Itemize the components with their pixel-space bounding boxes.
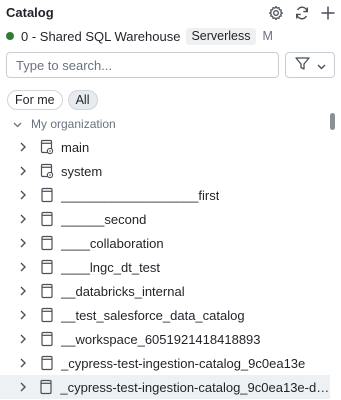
catalog-icon [40, 355, 54, 371]
tree-item[interactable]: __workspace_6051921418418893 [0, 327, 330, 351]
tree-item[interactable]: system [0, 159, 330, 183]
tree-group-my-organization[interactable]: My organization [0, 113, 330, 135]
catalog-tree: My organization main system ______________… [0, 113, 330, 399]
tree-item-label: main [61, 139, 90, 155]
filter-button[interactable] [285, 52, 335, 78]
tree-item[interactable]: __test_salesforce_data_catalog [0, 303, 330, 327]
chevron-right-icon[interactable] [20, 358, 30, 368]
chevron-right-icon[interactable] [20, 190, 30, 200]
tree-item-label: __workspace_6051921418418893 [61, 331, 261, 347]
tree-item-label: __test_salesforce_data_catalog [61, 307, 245, 323]
catalog-shared-icon [40, 163, 54, 179]
tree-item-label: ______second [61, 211, 147, 227]
tree-item[interactable]: ____collaboration [0, 231, 330, 255]
catalog-icon [40, 259, 54, 275]
panel-title: Catalog [6, 5, 54, 20]
tree-group-label: My organization [31, 117, 116, 131]
catalog-icon [40, 331, 54, 347]
warehouse-size: M [262, 29, 273, 43]
scrollbar-thumb[interactable] [330, 113, 335, 130]
filter-icon [294, 57, 310, 73]
chevron-down-icon [13, 117, 22, 131]
tree-item[interactable]: ______second [0, 207, 330, 231]
chevron-right-icon[interactable] [20, 334, 30, 344]
warehouse-name: 0 - Shared SQL Warehouse [21, 28, 181, 44]
tree-item[interactable]: _cypress-test-ingestion-catalog_9c0ea13e [0, 351, 330, 375]
chevron-right-icon[interactable] [20, 142, 30, 152]
all-filter[interactable]: All [67, 90, 98, 110]
tree-item-label: ___________________first [61, 187, 220, 203]
tree-item[interactable]: ___________________first [0, 183, 330, 207]
chevron-right-icon[interactable] [20, 238, 30, 248]
chevron-right-icon[interactable] [20, 214, 30, 224]
for-me-filter[interactable]: For me [7, 90, 63, 110]
tree-item-label: _cypress-test-ingestion-catalog_9c0ea13e… [60, 379, 330, 395]
scope-filter: For me All [7, 90, 98, 110]
search-box [6, 52, 279, 78]
tree-item-label: ____collaboration [61, 235, 164, 251]
tree-item-label: _cypress-test-ingestion-catalog_9c0ea13e [61, 355, 306, 371]
catalog-header: Catalog [6, 4, 336, 24]
warehouse-selector[interactable]: 0 - Shared SQL Warehouse Serverless M [6, 27, 273, 45]
tree-item[interactable]: ____lngc_dt_test [0, 255, 330, 279]
catalog-icon [40, 211, 54, 227]
chevron-right-icon[interactable] [20, 310, 30, 320]
search-input[interactable] [7, 53, 278, 77]
refresh-icon[interactable] [294, 5, 310, 21]
tree-item[interactable]: _cypress-test-ingestion-catalog_9c0ea13e… [0, 375, 330, 399]
catalog-shared-icon [40, 139, 54, 155]
tree-item-label: system [61, 163, 103, 179]
settings-icon[interactable] [268, 5, 284, 21]
catalog-icon [39, 379, 53, 395]
status-indicator [6, 32, 14, 40]
chevron-right-icon[interactable] [20, 382, 29, 392]
catalog-icon [40, 187, 54, 203]
catalog-icon [40, 307, 54, 323]
chevron-down-icon [317, 58, 326, 73]
tree-item-label: __databricks_internal [61, 283, 185, 299]
tree-item[interactable]: __databricks_internal [0, 279, 330, 303]
catalog-icon [40, 283, 54, 299]
catalog-icon [40, 235, 54, 251]
tree-item-label: ____lngc_dt_test [61, 259, 161, 275]
add-icon[interactable] [320, 5, 336, 21]
chevron-right-icon[interactable] [20, 166, 30, 176]
header-actions [268, 4, 336, 22]
tree-item[interactable]: main [0, 135, 330, 159]
warehouse-type-badge: Serverless [186, 27, 256, 45]
chevron-right-icon[interactable] [20, 262, 30, 272]
chevron-right-icon[interactable] [20, 286, 30, 296]
